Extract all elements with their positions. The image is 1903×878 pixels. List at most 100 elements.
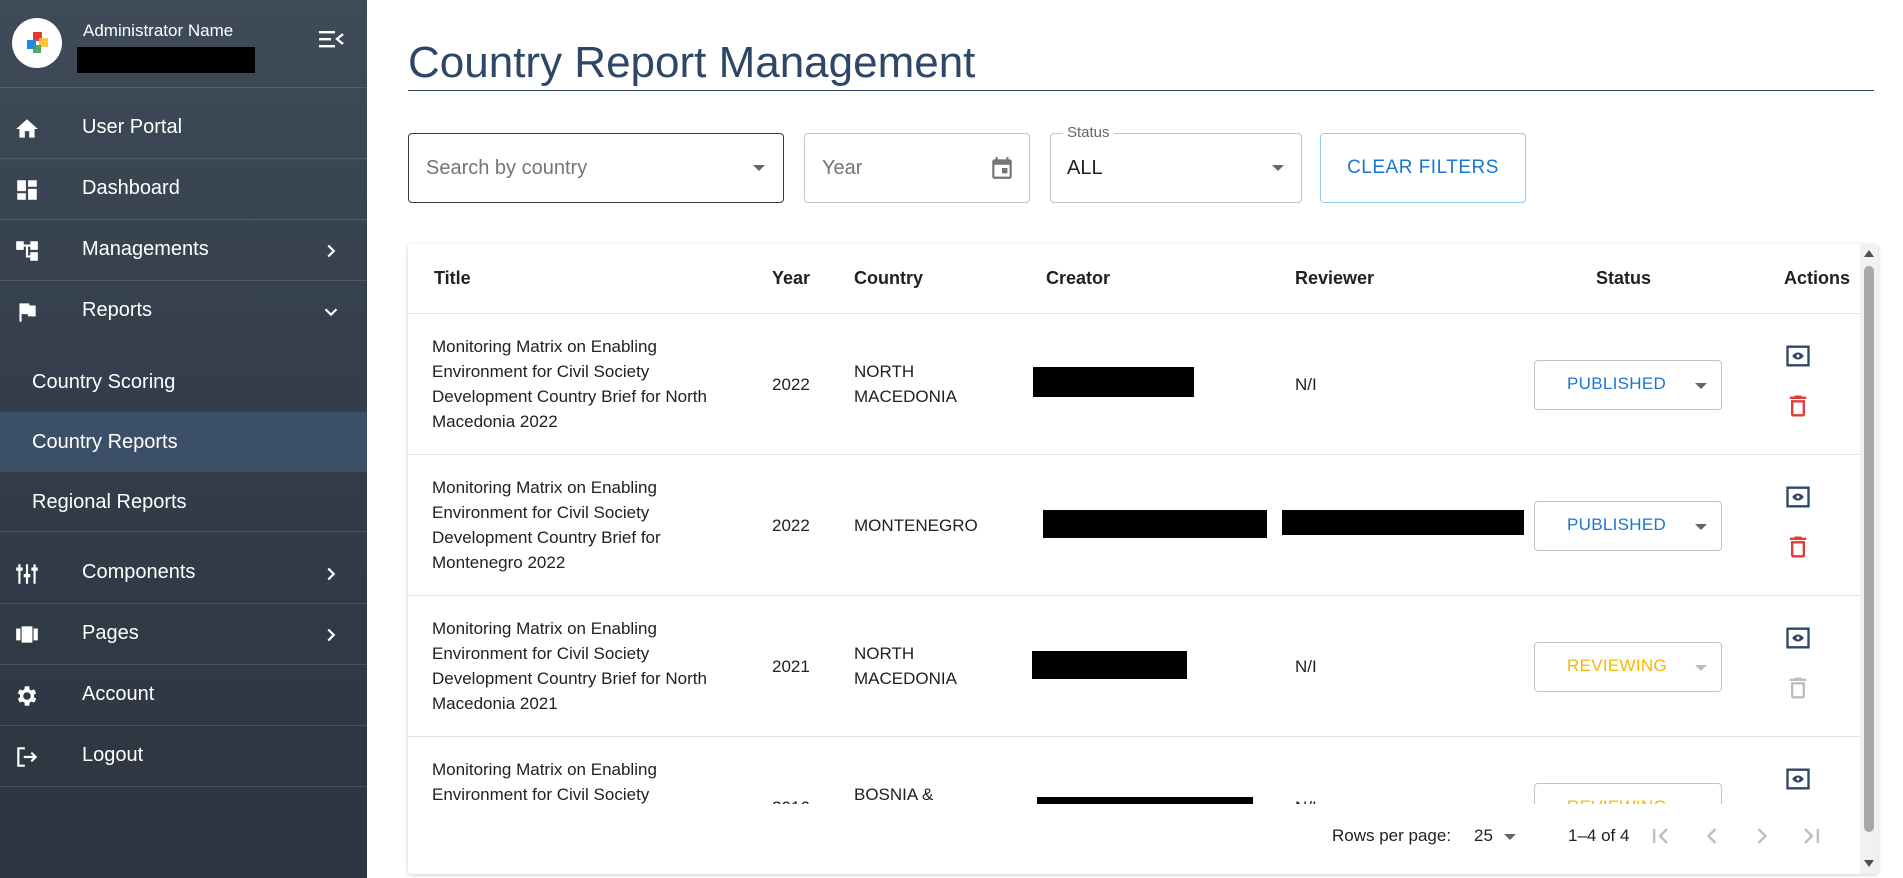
year-placeholder: Year: [822, 157, 863, 179]
scroll-up-arrow-icon[interactable]: [1864, 250, 1874, 257]
sidebar-item-pages[interactable]: Pages: [0, 604, 367, 665]
view-icon[interactable]: [1784, 342, 1812, 370]
sidebar-item-label: Pages: [82, 622, 139, 644]
sidebar-item-label: Managements: [82, 238, 209, 260]
first-page-icon[interactable]: [1646, 822, 1674, 850]
sidebar-item-label: Reports: [82, 299, 153, 321]
header-title: Title: [434, 268, 471, 288]
table-row: Monitoring Matrix on Enabling Environmen…: [408, 596, 1860, 737]
sidebar-subitem-regional-reports[interactable]: Regional Reports: [0, 472, 367, 532]
header-country: Country: [854, 268, 923, 288]
row-country: NORTH MACEDONIA: [854, 362, 957, 406]
tune-icon: [16, 564, 38, 584]
row-status-value: PUBLISHED: [1567, 374, 1667, 393]
search-placeholder: Search by country: [426, 157, 588, 179]
gear-icon: [17, 686, 37, 706]
status-filter-label: Status: [1063, 124, 1114, 141]
prev-page-icon[interactable]: [1698, 822, 1726, 850]
chevron-right-icon: [327, 244, 336, 258]
sidebar-subitem-label: Regional Reports: [32, 491, 187, 513]
chevron-right-icon: [327, 567, 336, 581]
sidebar-subitem-label: Country Scoring: [32, 371, 176, 393]
account-tree-icon: [16, 241, 38, 261]
row-title: Monitoring Matrix on Enabling Environmen…: [432, 619, 707, 713]
sidebar-header: Administrator Name: [0, 0, 367, 88]
sidebar-item-user-portal[interactable]: User Portal: [0, 98, 367, 159]
logout-icon: [17, 747, 38, 767]
dashboard-icon: [17, 180, 37, 200]
header-reviewer: Reviewer: [1295, 268, 1375, 288]
row-year: 2022: [772, 516, 810, 535]
sidebar-item-label: Components: [82, 561, 196, 583]
table-pagination: Rows per page: 25 1–4 of 4: [408, 804, 1860, 874]
row-country: MONTENEGRO: [854, 516, 978, 535]
status-filter-select[interactable]: Status ALL: [1050, 124, 1302, 203]
view-carousel-icon: [16, 626, 38, 643]
collapse-menu-icon[interactable]: [318, 28, 344, 50]
row-creator-redacted: [1033, 367, 1194, 397]
dropdown-arrow-icon: [1695, 665, 1707, 671]
table-row: Monitoring Matrix on Enabling Environmen…: [408, 314, 1860, 455]
view-icon[interactable]: [1784, 483, 1812, 511]
scroll-down-arrow-icon[interactable]: [1864, 860, 1874, 867]
row-year: 2021: [772, 657, 810, 676]
dropdown-arrow-icon: [1272, 165, 1284, 171]
chevron-down-icon: [324, 308, 338, 317]
app-logo: [12, 18, 62, 68]
page-title: Country Report Management: [408, 38, 976, 87]
row-creator-redacted: [1043, 510, 1267, 538]
clear-filters-button[interactable]: CLEAR FILTERS: [1320, 133, 1526, 203]
row-title: Monitoring Matrix on Enabling Environmen…: [432, 337, 707, 431]
sidebar-item-logout[interactable]: Logout: [0, 726, 367, 787]
admin-email-redacted: [77, 47, 255, 73]
sidebar-item-label: User Portal: [82, 116, 183, 138]
sidebar-item-account[interactable]: Account: [0, 665, 367, 726]
row-title: Monitoring Matrix on Enabling Environmen…: [432, 478, 661, 572]
row-country: NORTH MACEDONIA: [854, 644, 957, 688]
row-reviewer-redacted: [1282, 510, 1524, 535]
sidebar-subitem-country-scoring[interactable]: Country Scoring: [0, 352, 367, 412]
last-page-icon[interactable]: [1798, 822, 1826, 850]
row-reviewer: N/I: [1295, 657, 1317, 676]
sidebar-item-label: Account: [82, 683, 155, 705]
dropdown-arrow-icon: [1695, 383, 1707, 389]
dropdown-arrow-icon: [1504, 834, 1516, 840]
row-status-select[interactable]: PUBLISHED: [1534, 501, 1722, 551]
view-icon[interactable]: [1784, 624, 1812, 652]
title-divider: [408, 90, 1874, 91]
row-status-select[interactable]: REVIEWING: [1534, 642, 1722, 692]
row-status-select[interactable]: PUBLISHED: [1534, 360, 1722, 410]
sidebar-item-dashboard[interactable]: Dashboard: [0, 159, 367, 220]
chevron-right-icon: [327, 628, 336, 642]
table-scrollbar[interactable]: [1860, 244, 1878, 874]
status-filter-value: ALL: [1067, 157, 1103, 179]
year-input[interactable]: Year: [804, 133, 1030, 203]
scroll-thumb[interactable]: [1864, 266, 1874, 832]
header-status: Status: [1596, 268, 1652, 288]
header-year: Year: [772, 268, 811, 288]
sidebar-subitem-country-reports[interactable]: Country Reports: [0, 412, 367, 472]
row-year: 2022: [772, 375, 810, 394]
search-country-input[interactable]: Search by country: [408, 133, 784, 203]
flag-icon: [19, 303, 36, 322]
next-page-icon[interactable]: [1748, 822, 1776, 850]
dropdown-arrow-icon: [753, 165, 765, 171]
sidebar-item-components[interactable]: Components: [0, 543, 367, 604]
calendar-icon[interactable]: [989, 155, 1015, 181]
sidebar: Administrator Name User Portal Dashboard…: [0, 0, 367, 878]
delete-icon[interactable]: [1784, 533, 1812, 561]
rows-per-page-select[interactable]: 25: [1474, 826, 1493, 846]
sidebar-item-label: Logout: [82, 744, 144, 766]
sidebar-item-label: Dashboard: [82, 177, 180, 199]
header-actions: Actions: [1784, 268, 1851, 288]
sidebar-item-managements[interactable]: Managements: [0, 220, 367, 281]
view-icon[interactable]: [1784, 765, 1812, 793]
row-creator-redacted: [1032, 651, 1187, 679]
sidebar-item-reports[interactable]: Reports: [0, 281, 367, 342]
rows-per-page-label: Rows per page:: [1332, 826, 1452, 845]
sidebar-subitem-label: Country Reports: [32, 431, 178, 453]
pagination-range: 1–4 of 4: [1568, 826, 1630, 845]
admin-name: Administrator Name: [83, 21, 234, 40]
reports-table: Title Year Country Creator Reviewer Stat…: [408, 244, 1878, 874]
delete-icon[interactable]: [1784, 392, 1812, 420]
